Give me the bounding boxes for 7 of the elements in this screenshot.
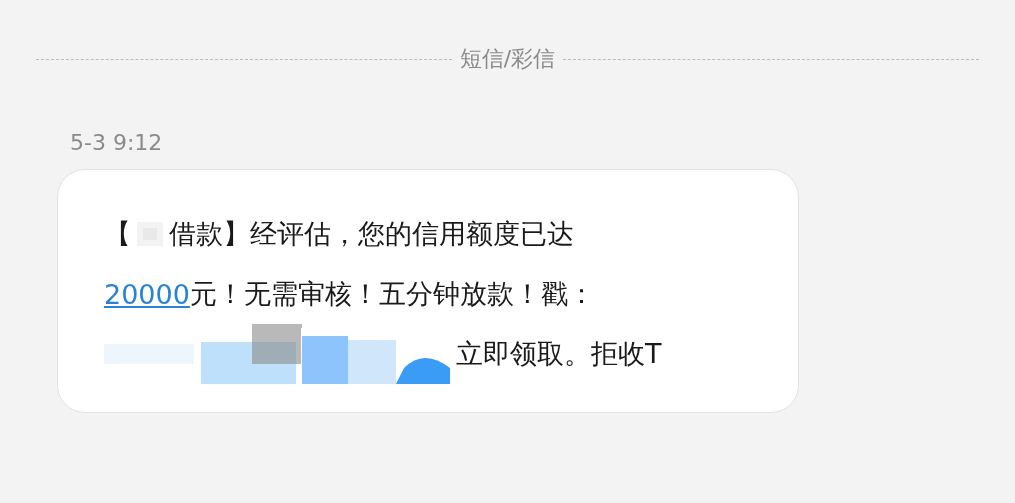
message-text: 【 <box>104 217 131 251</box>
message-text: 元！无需审核！五分钟放款！戳： <box>189 277 595 311</box>
message-text: 立即领取。拒收T <box>456 337 662 371</box>
message-text: 借款】经评估，您的信用额度已达 <box>169 217 574 251</box>
amount-link[interactable]: 20000 <box>104 278 190 310</box>
section-title: 短信/彩信 <box>459 45 556 73</box>
message-time: 5-3 9:12 <box>70 130 164 155</box>
